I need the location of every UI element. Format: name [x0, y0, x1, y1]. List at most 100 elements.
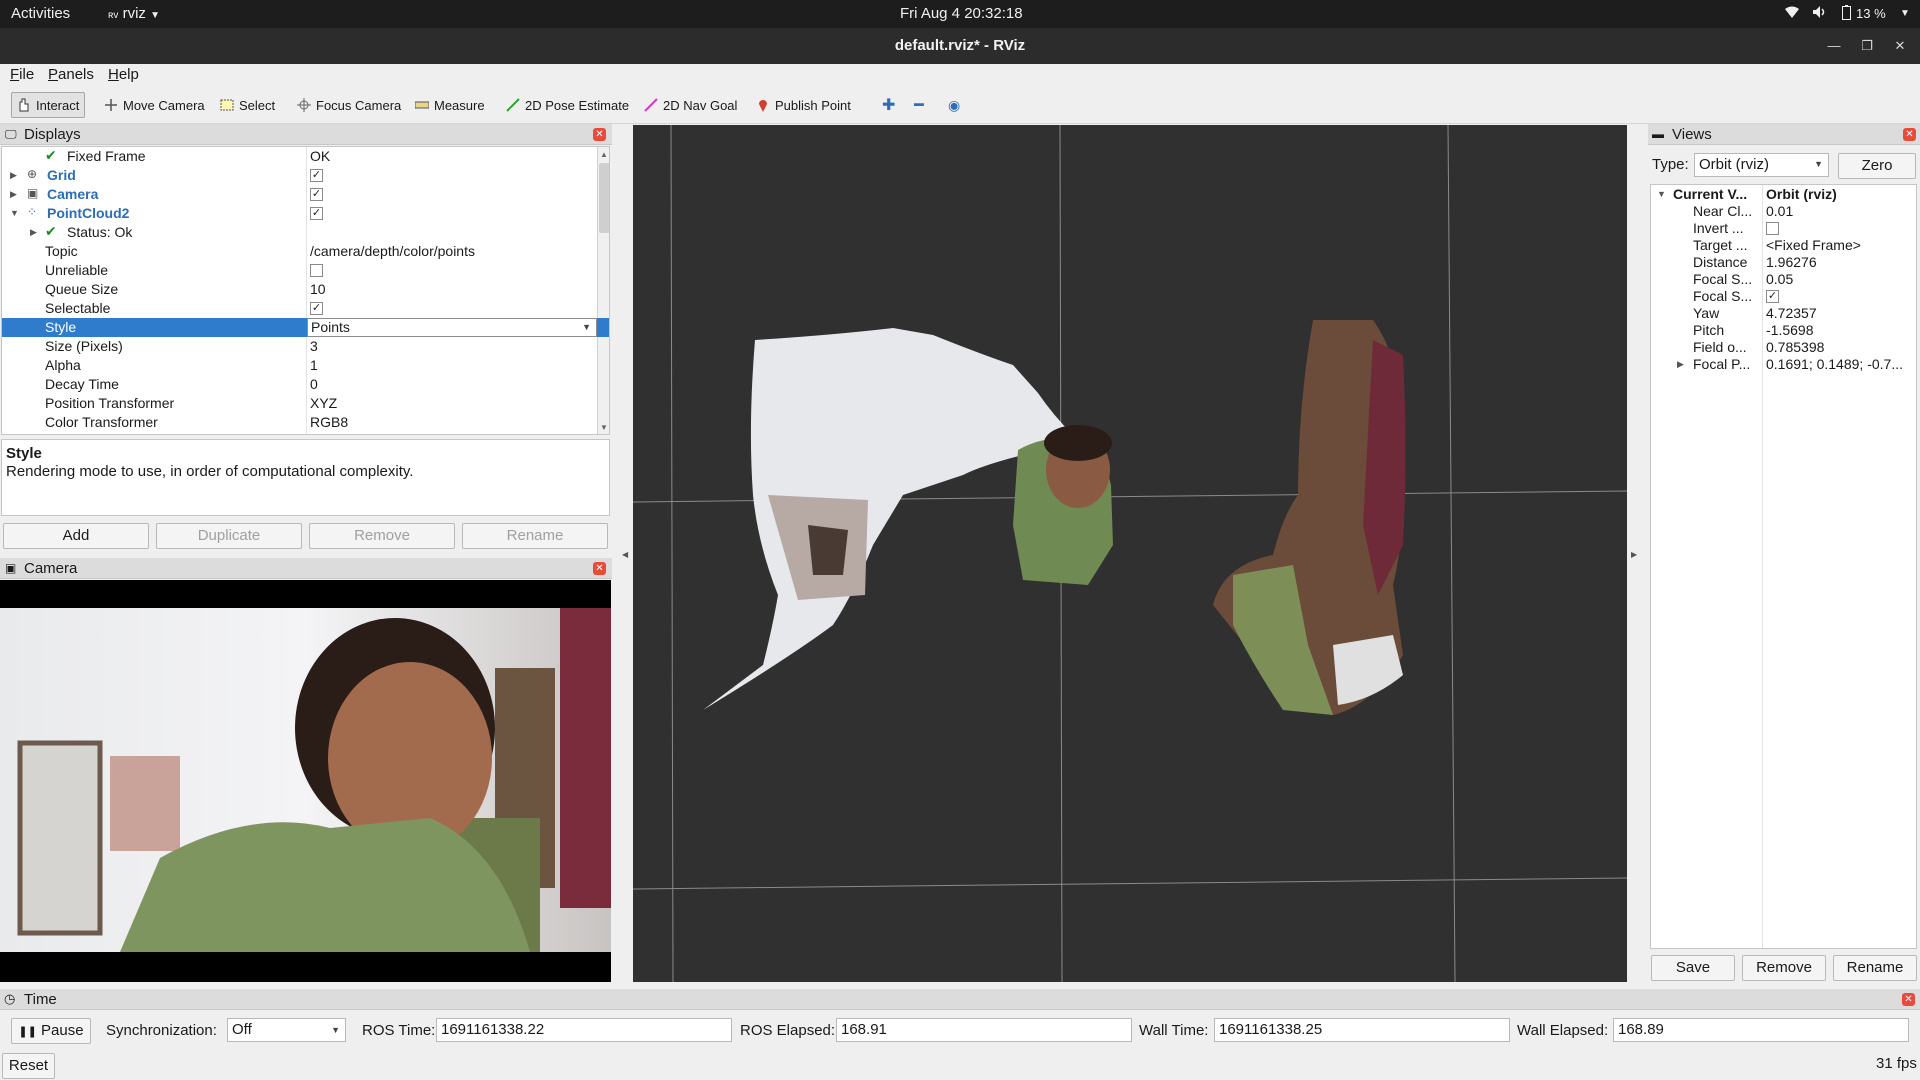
clock[interactable]: Fri Aug 4 20:32:18	[900, 5, 1023, 22]
views-tree[interactable]: ▼ Current V... Orbit (rviz) Near Cl... 0…	[1650, 184, 1917, 949]
ros-elapsed-field[interactable]: 168.91	[836, 1018, 1132, 1042]
app-menu[interactable]: ʀᴠ rviz ▼	[108, 5, 160, 22]
close-panel-icon[interactable]: ✕	[593, 128, 606, 141]
3d-render-view[interactable]	[632, 124, 1628, 983]
focus-camera-tool[interactable]: Focus Camera	[292, 92, 406, 118]
select-tool[interactable]: Select	[215, 92, 280, 118]
tree-row-style[interactable]: Style Points ▼	[2, 318, 609, 337]
view-type-dropdown[interactable]: Orbit (rviz) ▼	[1694, 153, 1829, 177]
tree-row-camera[interactable]: ▶ ▣ Camera ✓	[2, 185, 609, 204]
right-splitter-arrow-icon[interactable]: ▶	[1631, 550, 1637, 559]
expand-arrow-icon[interactable]: ▶	[1677, 359, 1684, 370]
select-label: Select	[239, 97, 276, 113]
focus-camera-label: Focus Camera	[316, 97, 402, 113]
expand-arrow-icon[interactable]: ▶	[10, 189, 17, 200]
ros-time-field[interactable]: 1691161338.22	[436, 1018, 732, 1042]
maximize-icon[interactable]: ❐	[1857, 36, 1877, 56]
close-panel-icon[interactable]: ✕	[1902, 993, 1915, 1006]
rename-display-button[interactable]: Rename	[462, 523, 608, 549]
tree-row-grid[interactable]: ▶ ⊕ Grid ✓	[2, 166, 609, 185]
expand-arrow-icon[interactable]: ▶	[10, 170, 17, 181]
close-icon[interactable]: ✕	[1890, 36, 1910, 56]
window-title: default.rviz* - RViz	[894, 37, 1026, 54]
battery-icon[interactable]	[1842, 5, 1851, 24]
tree-row-pointcloud2[interactable]: ▼ ⁘ PointCloud2 ✓	[2, 204, 609, 223]
sync-dropdown[interactable]: Off ▼	[227, 1018, 346, 1042]
nav-goal-tool[interactable]: 2D Nav Goal	[639, 92, 742, 118]
style-dropdown[interactable]: Points ▼	[307, 318, 597, 337]
remove-view-button[interactable]: Remove	[1742, 955, 1826, 981]
tree-row-unreliable[interactable]: Unreliable	[2, 261, 609, 280]
pose-estimate-tool[interactable]: 2D Pose Estimate	[501, 92, 634, 118]
views-panel-header: ▬ Views ✕	[1648, 124, 1920, 145]
tree-row-decay-time[interactable]: Decay Time 0	[2, 375, 609, 394]
tree-row-alpha[interactable]: Alpha 1	[2, 356, 609, 375]
save-view-button[interactable]: Save	[1651, 955, 1735, 981]
collapse-arrow-icon[interactable]: ▼	[10, 208, 19, 218]
tree-row-status[interactable]: ▶ ✔ Status: Ok	[2, 223, 609, 242]
select-icon	[220, 98, 234, 112]
invert-z-checkbox[interactable]	[1766, 222, 1779, 235]
tree-row-fixed-frame[interactable]: ✔ Fixed Frame OK	[2, 147, 609, 166]
tree-row-queue-size[interactable]: Queue Size 10	[2, 280, 609, 299]
row-key: Status: Ok	[67, 224, 133, 240]
tree-row-topic[interactable]: Topic /camera/depth/color/points	[2, 242, 609, 261]
close-panel-icon[interactable]: ✕	[593, 562, 606, 575]
rename-view-button[interactable]: Rename	[1833, 955, 1917, 981]
grid-enabled-checkbox[interactable]: ✓	[310, 169, 323, 182]
tool-properties-button[interactable]: ◉	[943, 92, 965, 118]
row-key: Focal S...	[1693, 271, 1753, 287]
tree-row-color-transformer[interactable]: Color Transformer RGB8	[2, 413, 609, 432]
add-tool-button[interactable]: ✚	[877, 92, 900, 118]
pointcloud-enabled-checkbox[interactable]: ✓	[310, 207, 323, 220]
displays-panel-header: 🖵 Displays ✕	[0, 124, 612, 145]
grid-icon: ⊕	[27, 167, 38, 181]
interact-tool[interactable]: Interact	[11, 92, 86, 118]
view-row-focal-point[interactable]: ▶ Focal P... 0.1691; 0.1489; -0.7...	[1651, 355, 1916, 374]
volume-icon[interactable]	[1812, 5, 1828, 23]
remove-display-button[interactable]: Remove	[309, 523, 455, 549]
focal-shape-checkbox[interactable]: ✓	[1766, 290, 1779, 303]
activities-button[interactable]: Activities	[11, 5, 70, 22]
remove-tool-button[interactable]: ━	[909, 92, 929, 118]
minimize-icon[interactable]: —	[1824, 36, 1844, 56]
rviz-app-icon: ʀᴠ	[108, 10, 119, 21]
zero-button[interactable]: Zero	[1838, 153, 1916, 179]
tree-row-selectable[interactable]: Selectable ✓	[2, 299, 609, 318]
camera-panel-icon: ▣	[5, 561, 17, 575]
duplicate-button[interactable]: Duplicate	[156, 523, 302, 549]
reset-button[interactable]: Reset	[2, 1053, 55, 1079]
selectable-checkbox[interactable]: ✓	[310, 302, 323, 315]
left-splitter-arrow-icon[interactable]: ◀	[622, 550, 628, 559]
row-value: RGB8	[310, 414, 349, 430]
row-value: 4.72357	[1766, 305, 1817, 321]
measure-tool[interactable]: Measure	[410, 92, 490, 118]
menu-file[interactable]: File	[10, 66, 34, 83]
row-value: /camera/depth/color/points	[310, 243, 475, 259]
add-button[interactable]: Add	[3, 523, 149, 549]
check-icon: ✔	[45, 223, 57, 239]
row-key: Queue Size	[45, 281, 119, 297]
collapse-arrow-icon[interactable]: ▼	[1657, 189, 1666, 199]
wifi-icon[interactable]	[1784, 5, 1800, 22]
camera-image-view[interactable]	[0, 580, 611, 982]
unreliable-checkbox[interactable]	[310, 264, 323, 277]
move-camera-tool[interactable]: Move Camera	[99, 92, 210, 118]
sync-label: Synchronization:	[106, 1022, 217, 1039]
fps-counter: 31 fps	[1876, 1055, 1917, 1072]
system-menu-chevron-icon[interactable]: ▼	[1900, 8, 1910, 19]
pause-button[interactable]: ❚❚ Pause	[11, 1018, 91, 1044]
expand-arrow-icon[interactable]: ▶	[30, 227, 37, 238]
wall-elapsed-field[interactable]: 168.89	[1613, 1018, 1909, 1042]
wall-time-field[interactable]: 1691161338.25	[1214, 1018, 1510, 1042]
tree-row-position-transformer[interactable]: Position Transformer XYZ	[2, 394, 609, 413]
row-key: Pitch	[1693, 322, 1725, 338]
close-panel-icon[interactable]: ✕	[1903, 128, 1916, 141]
tree-row-size-pixels[interactable]: Size (Pixels) 3	[2, 337, 609, 356]
camera-enabled-checkbox[interactable]: ✓	[310, 188, 323, 201]
displays-tree[interactable]: ▲ ▼ ✔ Fixed Frame OK ▶ ⊕ Grid ✓ ▶ ▣ Came…	[1, 146, 610, 435]
publish-point-tool[interactable]: Publish Point	[751, 92, 856, 118]
menu-help[interactable]: Help	[108, 66, 139, 83]
menu-panels[interactable]: Panels	[48, 66, 94, 83]
row-value: 0.05	[1766, 271, 1794, 287]
